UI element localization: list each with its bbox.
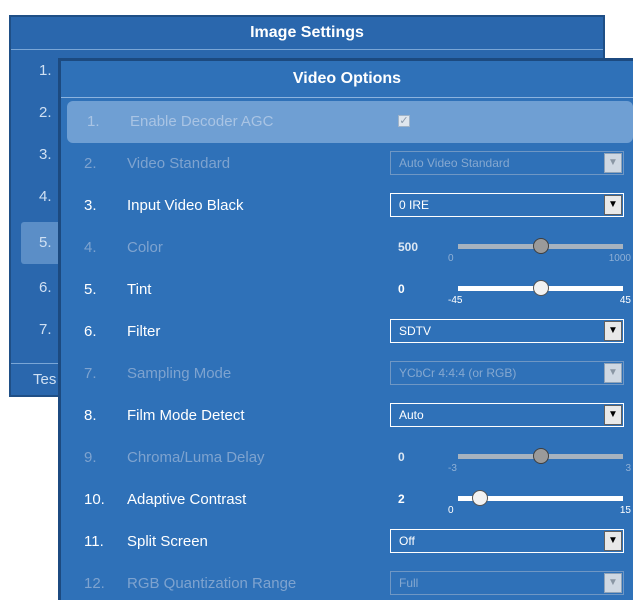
check-icon: ✓ [399, 115, 409, 127]
chevron-down-icon[interactable]: ▼ [604, 573, 622, 593]
option-number: 10. [84, 491, 105, 508]
option-number: 7. [84, 365, 97, 382]
slider-min-label: 0 [448, 505, 454, 516]
video-options-window: Video Options 1. Enable Decoder AGC ✓ 2.… [58, 58, 633, 600]
option-split-screen[interactable]: 11. Split Screen Off ▼ [64, 521, 633, 563]
option-label: RGB Quantization Range [127, 575, 297, 592]
color-slider-handle[interactable] [532, 238, 549, 254]
sampling-mode-dropdown[interactable]: YCbCr 4:4:4 (or RGB) ▼ [390, 361, 624, 385]
option-label: Color [127, 239, 163, 256]
adaptive-contrast-slider-handle[interactable] [471, 490, 488, 506]
option-number: 12. [84, 575, 105, 592]
option-filter[interactable]: 6. Filter SDTV ▼ [64, 311, 633, 353]
chevron-down-icon[interactable]: ▼ [604, 153, 622, 173]
slider-max-label: 45 [619, 295, 631, 306]
option-video-standard[interactable]: 2. Video Standard Auto Video Standard ▼ [64, 143, 633, 185]
option-sampling-mode[interactable]: 7. Sampling Mode YCbCr 4:4:4 (or RGB) ▼ [64, 353, 633, 395]
split-screen-dropdown[interactable]: Off ▼ [390, 529, 624, 553]
option-number: 5. [84, 281, 97, 298]
chevron-down-icon[interactable]: ▼ [604, 195, 622, 215]
option-label: Adaptive Contrast [127, 491, 247, 508]
option-color[interactable]: 4. Color 500 0 1000 [64, 227, 633, 269]
option-label: Video Standard [127, 155, 231, 172]
rgb-quantization-range-dropdown[interactable]: Full ▼ [390, 571, 624, 595]
option-input-video-black[interactable]: 3. Input Video Black 0 IRE ▼ [64, 185, 633, 227]
color-slider-track[interactable] [458, 238, 623, 254]
option-label: Split Screen [127, 533, 208, 550]
slider-value: 0 [398, 450, 405, 464]
tint-slider-handle[interactable] [532, 280, 549, 296]
slider-max-label: 1000 [608, 253, 631, 264]
dropdown-value: Off [399, 534, 415, 548]
video-options-title: Video Options [61, 61, 633, 98]
option-label: Film Mode Detect [127, 407, 245, 424]
option-label: Sampling Mode [127, 365, 232, 382]
option-chroma-luma-delay[interactable]: 9. Chroma/Luma Delay 0 -3 3 [64, 437, 633, 479]
dropdown-value: Auto Video Standard [399, 156, 510, 170]
option-number: 9. [84, 449, 97, 466]
option-number: 4. [84, 239, 97, 256]
tint-slider-track[interactable] [458, 280, 623, 296]
option-number: 3. [84, 197, 97, 214]
test-button[interactable]: Tes [33, 371, 56, 388]
input-video-black-dropdown[interactable]: 0 IRE ▼ [390, 193, 624, 217]
chroma-luma-delay-slider-handle[interactable] [532, 448, 549, 464]
option-number: 11. [84, 533, 104, 550]
chevron-down-icon[interactable]: ▼ [604, 405, 622, 425]
image-settings-title: Image Settings [11, 17, 603, 50]
option-enable-decoder-agc[interactable]: 1. Enable Decoder AGC ✓ [67, 101, 633, 143]
enable-decoder-agc-checkbox[interactable]: ✓ [398, 115, 410, 127]
dropdown-value: Full [399, 576, 419, 590]
dropdown-value: 0 IRE [399, 198, 430, 212]
option-tint[interactable]: 5. Tint 0 -45 45 [64, 269, 633, 311]
chroma-luma-delay-slider-track[interactable] [458, 448, 623, 464]
slider-max-label: 15 [619, 505, 631, 516]
chevron-down-icon[interactable]: ▼ [604, 363, 622, 383]
option-rgb-quantization-range[interactable]: 12. RGB Quantization Range Full ▼ [64, 563, 633, 605]
filter-dropdown[interactable]: SDTV ▼ [390, 319, 624, 343]
slider-min-label: -45 [448, 295, 463, 306]
dropdown-value: Auto [399, 408, 424, 422]
slider-max-label: 3 [625, 463, 631, 474]
chevron-down-icon[interactable]: ▼ [604, 321, 622, 341]
dropdown-value: YCbCr 4:4:4 (or RGB) [399, 366, 517, 380]
slider-min-label: -3 [448, 463, 457, 474]
slider-value: 500 [398, 240, 419, 254]
slider-value: 2 [398, 492, 405, 506]
option-label: Enable Decoder AGC [130, 113, 274, 130]
video-standard-dropdown[interactable]: Auto Video Standard ▼ [390, 151, 624, 175]
slider-value: 0 [398, 282, 405, 296]
dropdown-value: SDTV [399, 324, 432, 338]
option-label: Tint [127, 281, 152, 298]
slider-min-label: 0 [448, 253, 454, 264]
option-number: 1. [87, 113, 100, 130]
option-label: Input Video Black [127, 197, 244, 214]
chevron-down-icon[interactable]: ▼ [604, 531, 622, 551]
option-label: Chroma/Luma Delay [127, 449, 265, 466]
option-number: 6. [84, 323, 97, 340]
option-number: 8. [84, 407, 97, 424]
option-adaptive-contrast[interactable]: 10. Adaptive Contrast 2 0 15 [64, 479, 633, 521]
film-mode-detect-dropdown[interactable]: Auto ▼ [390, 403, 624, 427]
adaptive-contrast-slider-track[interactable] [458, 490, 623, 506]
option-film-mode-detect[interactable]: 8. Film Mode Detect Auto ▼ [64, 395, 633, 437]
option-label: Filter [127, 323, 161, 340]
option-number: 2. [84, 155, 97, 172]
